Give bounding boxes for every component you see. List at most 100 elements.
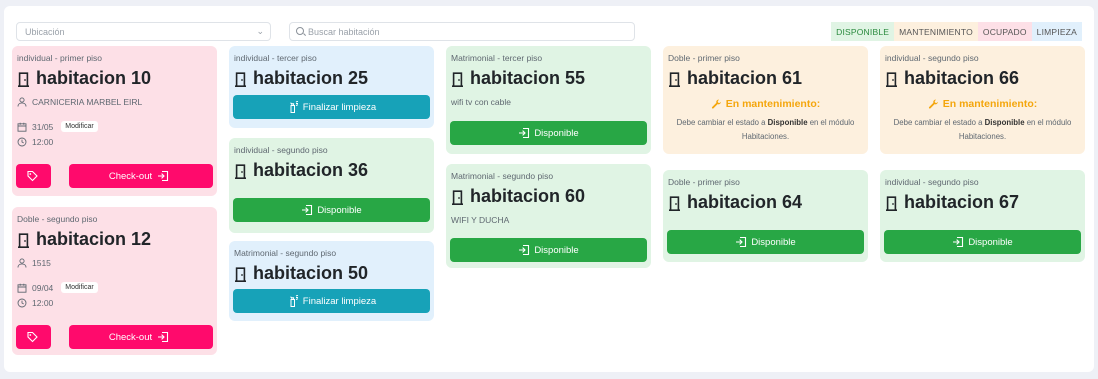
ubicacion-select[interactable]: Ubicación ⌄ (16, 22, 271, 41)
door-icon (234, 163, 247, 178)
maintenance-text-bold: Disponible (767, 118, 808, 127)
room-title-text: habitacion 66 (904, 68, 1020, 88)
room-card-36[interactable]: individual - segundo piso habitacion 36 … (229, 138, 434, 233)
legend-disponible: DISPONIBLE (831, 22, 895, 41)
tag-button[interactable] (16, 164, 51, 188)
guest-line: CARNICERIA MARBEL EIRL (17, 97, 212, 107)
room-card-25[interactable]: individual - tercer piso habitacion 25 F… (229, 46, 434, 128)
checkout-date: 31/05 (32, 121, 54, 132)
legend-limpieza: LIMPIEZA (1031, 22, 1082, 41)
room-title-text: habitacion 50 (253, 263, 369, 283)
exit-icon (157, 331, 169, 343)
room-card-12[interactable]: Doble - segundo piso habitacion 12 1515 … (12, 207, 217, 355)
room-title-text: habitacion 61 (687, 68, 803, 88)
action-label: Disponible (534, 244, 579, 256)
time-line: 12:00 (17, 137, 212, 147)
checkout-button[interactable]: Check-out (69, 164, 213, 188)
room-subtitle: individual - segundo piso (885, 177, 979, 187)
room-subtitle: individual - segundo piso (234, 145, 328, 155)
action-label: Finalizar limpieza (302, 101, 377, 113)
room-card-60[interactable]: Matrimonial - segundo piso habitacion 60… (446, 164, 651, 268)
checkout-label: Check-out (108, 331, 153, 343)
time-line: 12:00 (17, 298, 212, 308)
clock-icon (17, 137, 27, 147)
chevron-down-icon: ⌄ (256, 26, 264, 36)
room-title: habitacion 61 (668, 68, 863, 89)
tag-icon (26, 170, 38, 182)
room-card-10[interactable]: individual - primer piso habitacion 10 C… (12, 46, 217, 196)
maintenance-title: En mantenimiento: (885, 98, 1080, 110)
main-panel: Ubicación ⌄ Buscar habitación DISPONIBLE… (4, 6, 1094, 372)
finalizar-limpieza-button[interactable]: Finalizar limpieza (233, 289, 430, 313)
room-card-67[interactable]: individual - segundo piso habitacion 67 … (880, 170, 1085, 262)
clock-icon (17, 298, 27, 308)
room-subtitle: Matrimonial - segundo piso (451, 171, 554, 181)
guest-line: 1515 (17, 258, 212, 268)
filter-bar: Ubicación ⌄ Buscar habitación DISPONIBLE… (16, 22, 1082, 41)
door-icon (885, 71, 898, 86)
ubicacion-placeholder: Ubicación (25, 27, 65, 37)
legend-mantenimiento: MANTENIMIENTO (894, 22, 978, 41)
room-title: habitacion 50 (234, 263, 429, 284)
status-legend: DISPONIBLE MANTENIMIENTO OCUPADO LIMPIEZ… (831, 22, 1082, 41)
checkout-button[interactable]: Check-out (69, 325, 213, 349)
room-note: WIFI Y DUCHA (451, 215, 510, 225)
disponible-button[interactable]: Disponible (667, 230, 864, 254)
room-subtitle: Matrimonial - tercer piso (451, 53, 543, 63)
search-icon (296, 27, 304, 35)
maintenance-text-pre: Debe cambiar el estado a (893, 118, 985, 127)
spray-icon (287, 101, 299, 113)
room-subtitle: individual - tercer piso (234, 53, 317, 63)
maintenance-text: Debe cambiar el estado a Disponible en e… (668, 116, 863, 144)
room-card-50[interactable]: Matrimonial - segundo piso habitacion 50… (229, 241, 434, 321)
maintenance-title: En mantenimiento: (668, 98, 863, 110)
room-card-66[interactable]: individual - segundo piso habitacion 66 … (880, 46, 1085, 154)
room-title: habitacion 25 (234, 68, 429, 89)
door-icon (234, 266, 247, 281)
room-subtitle: Doble - segundo piso (17, 214, 98, 224)
finalizar-limpieza-button[interactable]: Finalizar limpieza (233, 95, 430, 119)
room-subtitle: Matrimonial - segundo piso (234, 248, 337, 258)
room-title-text: habitacion 10 (36, 68, 152, 88)
room-title: habitacion 10 (17, 68, 212, 89)
door-icon (17, 71, 30, 86)
door-icon (668, 195, 681, 210)
person-icon (17, 258, 27, 268)
room-subtitle: individual - primer piso (17, 53, 103, 63)
calendar-icon (17, 122, 27, 132)
room-card-61[interactable]: Doble - primer piso habitacion 61 En man… (663, 46, 868, 154)
action-label: Disponible (968, 236, 1013, 248)
exit-icon (301, 204, 313, 216)
door-icon (451, 71, 464, 86)
maintenance-title-text: En mantenimiento: (942, 98, 1038, 110)
spray-icon (287, 295, 299, 307)
disponible-button[interactable]: Disponible (450, 121, 647, 145)
disponible-button[interactable]: Disponible (450, 238, 647, 262)
legend-ocupado: OCUPADO (977, 22, 1032, 41)
search-placeholder: Buscar habitación (308, 27, 380, 37)
exit-icon (157, 170, 169, 182)
room-title-text: habitacion 67 (904, 192, 1020, 212)
room-note: wifi tv con cable (451, 97, 511, 107)
disponible-button[interactable]: Disponible (233, 198, 430, 222)
modify-button[interactable]: Modificar (61, 282, 98, 293)
room-title: habitacion 12 (17, 229, 212, 250)
date-line: 31/05 Modificar (17, 121, 212, 132)
person-icon (17, 97, 27, 107)
room-title-text: habitacion 12 (36, 229, 152, 249)
room-title: habitacion 67 (885, 192, 1080, 213)
action-label: Disponible (317, 204, 362, 216)
maintenance-text: Debe cambiar el estado a Disponible en e… (885, 116, 1080, 144)
room-card-55[interactable]: Matrimonial - tercer piso habitacion 55 … (446, 46, 651, 154)
modify-button[interactable]: Modificar (61, 121, 98, 132)
checkout-time: 12:00 (32, 298, 54, 308)
wrench-icon (711, 99, 722, 110)
room-title-text: habitacion 64 (687, 192, 803, 212)
tag-button[interactable] (16, 325, 51, 349)
search-input[interactable]: Buscar habitación (289, 22, 635, 41)
disponible-button[interactable]: Disponible (884, 230, 1081, 254)
action-label: Finalizar limpieza (302, 295, 377, 307)
exit-icon (518, 244, 530, 256)
room-card-64[interactable]: Doble - primer piso habitacion 64 Dispon… (663, 170, 868, 262)
room-subtitle: individual - segundo piso (885, 53, 979, 63)
